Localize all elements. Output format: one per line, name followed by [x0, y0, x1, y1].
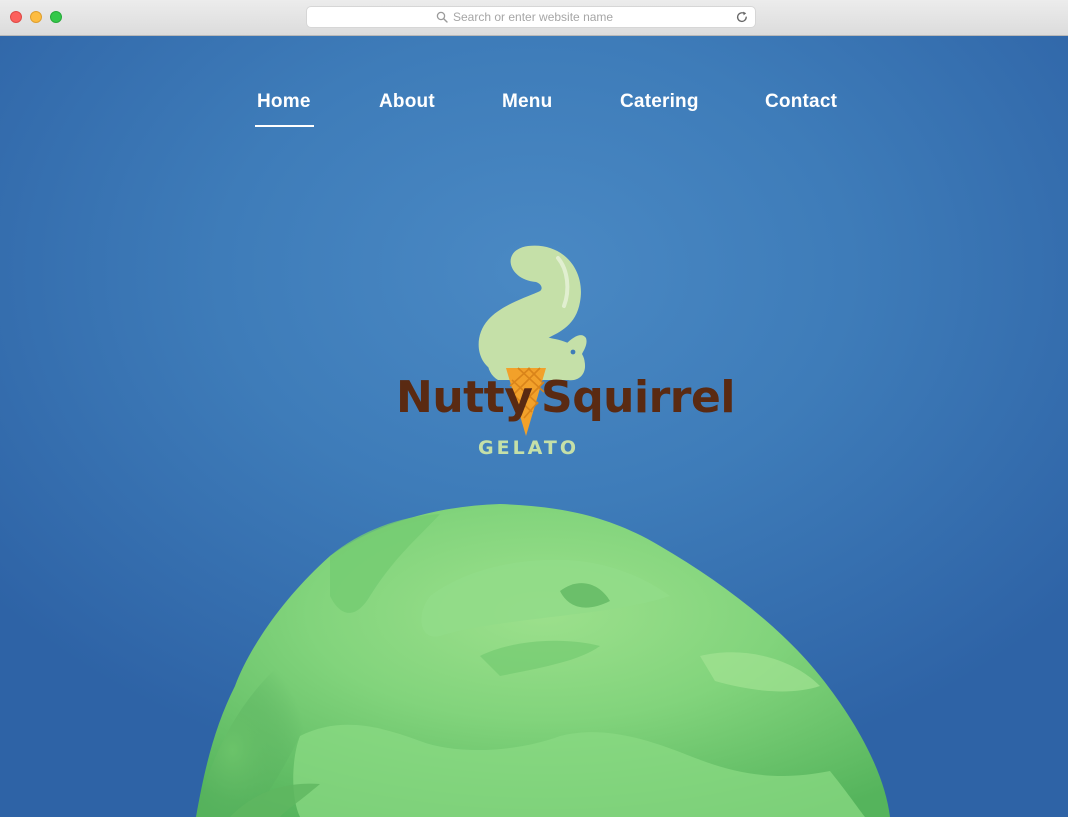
browser-window: Search or enter website name Home About …: [0, 0, 1068, 817]
nav-home-link[interactable]: Home: [257, 91, 311, 113]
page-hero: Home About Menu Catering Contact Nutty S…: [0, 36, 1068, 817]
logo-word-squirrel: Squirrel: [541, 372, 735, 423]
squirrel-icon: [478, 245, 587, 436]
nutty-squirrel-logo[interactable]: Nutty Squirrel GELATO: [388, 240, 735, 465]
minimize-window-button[interactable]: [30, 11, 42, 23]
nav-menu-link[interactable]: Menu: [502, 91, 552, 113]
search-icon: [436, 11, 448, 23]
nav-contact-link[interactable]: Contact: [765, 91, 837, 113]
maximize-window-button[interactable]: [50, 11, 62, 23]
address-placeholder: Search or enter website name: [453, 10, 614, 24]
logo-word-nutty: Nutty: [396, 372, 533, 423]
address-bar[interactable]: Search or enter website name: [306, 6, 756, 28]
reload-icon[interactable]: [735, 10, 749, 24]
close-window-button[interactable]: [10, 11, 22, 23]
main-nav: Home About Menu Catering Contact: [0, 88, 1068, 128]
active-nav-indicator: [255, 125, 314, 127]
logo-tagline: GELATO: [478, 437, 580, 459]
nav-about-link[interactable]: About: [379, 91, 435, 113]
browser-titlebar: Search or enter website name: [0, 0, 1068, 36]
nav-catering-link[interactable]: Catering: [620, 91, 699, 113]
